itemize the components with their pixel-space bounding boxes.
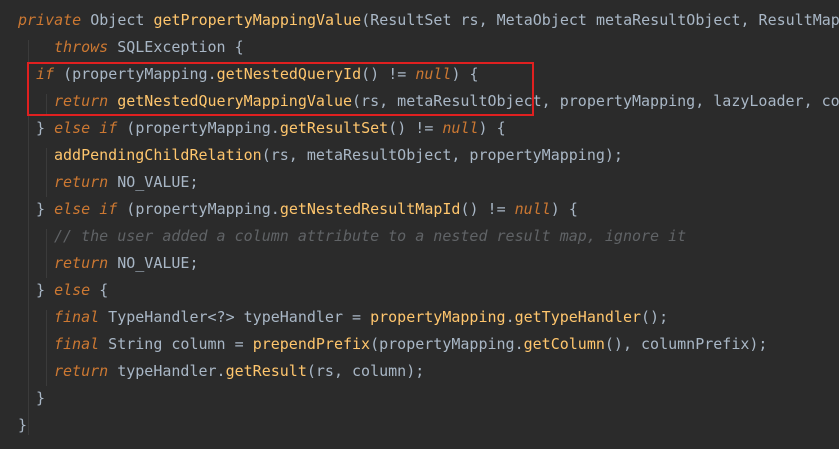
code-line[interactable]: } else if (propertyMapping.getNestedResu… bbox=[36, 196, 578, 223]
code-token: ) { bbox=[550, 200, 578, 218]
code-token: return bbox=[54, 173, 109, 191]
code-token: throws bbox=[54, 38, 109, 56]
code-token: else if bbox=[54, 200, 118, 218]
code-token: getTypeHandler bbox=[514, 308, 642, 326]
code-line[interactable]: final String column = prependPrefix(prop… bbox=[54, 331, 767, 358]
indent-guide bbox=[46, 310, 47, 386]
code-token: propertyMapping bbox=[370, 308, 506, 326]
code-token: typeHandler. bbox=[108, 362, 226, 380]
code-line[interactable]: return NO_VALUE; bbox=[54, 250, 199, 277]
code-token: (propertyMapping. bbox=[117, 200, 280, 218]
code-token: Object bbox=[81, 11, 154, 29]
code-token: } bbox=[18, 416, 28, 434]
code-token: ) { bbox=[478, 119, 506, 137]
code-token: getColumn bbox=[523, 335, 605, 353]
indent-guide bbox=[46, 148, 47, 197]
code-token: String column = bbox=[99, 335, 253, 353]
indent-guide bbox=[46, 229, 47, 278]
code-token: } bbox=[36, 281, 55, 299]
code-token: (rs, column); bbox=[306, 362, 425, 380]
code-token: prependPrefix bbox=[252, 335, 371, 353]
code-line[interactable]: } bbox=[36, 385, 45, 412]
code-token: return bbox=[54, 254, 109, 272]
code-line[interactable]: } bbox=[18, 412, 27, 439]
code-token: { bbox=[90, 281, 109, 299]
code-token: final bbox=[54, 335, 100, 353]
code-token: null bbox=[514, 200, 551, 218]
code-token: } bbox=[36, 200, 55, 218]
code-token: (); bbox=[641, 308, 669, 326]
code-token: getNestedResultMapId bbox=[279, 200, 461, 218]
code-token: getResultSet bbox=[279, 119, 389, 137]
code-line[interactable]: // the user added a column attribute to … bbox=[54, 223, 686, 250]
code-comment: // the user added a column attribute to … bbox=[54, 227, 687, 245]
code-token: private bbox=[18, 11, 82, 29]
code-line[interactable]: return NO_VALUE; bbox=[54, 169, 199, 196]
code-token: getResult bbox=[225, 362, 307, 380]
code-token: (), columnPrefix); bbox=[604, 335, 768, 353]
code-token: } bbox=[36, 389, 46, 407]
code-token: (propertyMapping. bbox=[370, 335, 524, 353]
code-token: (rs, metaResultObject, propertyMapping); bbox=[261, 146, 623, 164]
code-line[interactable]: final TypeHandler<?> typeHandler = prope… bbox=[54, 304, 668, 331]
code-token: . bbox=[505, 308, 515, 326]
code-token: getPropertyMappingValue bbox=[153, 11, 362, 29]
code-editor[interactable]: private Object getPropertyMappingValue(R… bbox=[0, 0, 839, 449]
code-token: (ResultSet rs, MetaObject metaResultObje… bbox=[361, 11, 839, 29]
code-token: () != bbox=[460, 200, 515, 218]
code-token: TypeHandler<?> typeHandler = bbox=[99, 308, 371, 326]
red-highlight-box bbox=[27, 62, 534, 116]
code-token: NO_VALUE; bbox=[108, 254, 199, 272]
code-token: return bbox=[54, 362, 109, 380]
code-line[interactable]: } else { bbox=[36, 277, 108, 304]
code-token: NO_VALUE; bbox=[108, 173, 199, 191]
code-line[interactable]: private Object getPropertyMappingValue(R… bbox=[18, 7, 839, 34]
code-line[interactable]: return typeHandler.getResult(rs, column)… bbox=[54, 358, 424, 385]
code-token: else if bbox=[54, 119, 118, 137]
code-line[interactable]: addPendingChildRelation(rs, metaResultOb… bbox=[54, 142, 623, 169]
code-token: () != bbox=[388, 119, 443, 137]
code-token: else bbox=[54, 281, 91, 299]
code-line[interactable]: } else if (propertyMapping.getResultSet(… bbox=[36, 115, 506, 142]
code-token: addPendingChildRelation bbox=[54, 146, 262, 164]
code-token: (propertyMapping. bbox=[117, 119, 280, 137]
code-token: } bbox=[36, 119, 55, 137]
code-token: null bbox=[442, 119, 479, 137]
code-token: final bbox=[54, 308, 100, 326]
code-line[interactable]: throws SQLException { bbox=[54, 34, 244, 61]
code-token: SQLException { bbox=[108, 38, 244, 56]
